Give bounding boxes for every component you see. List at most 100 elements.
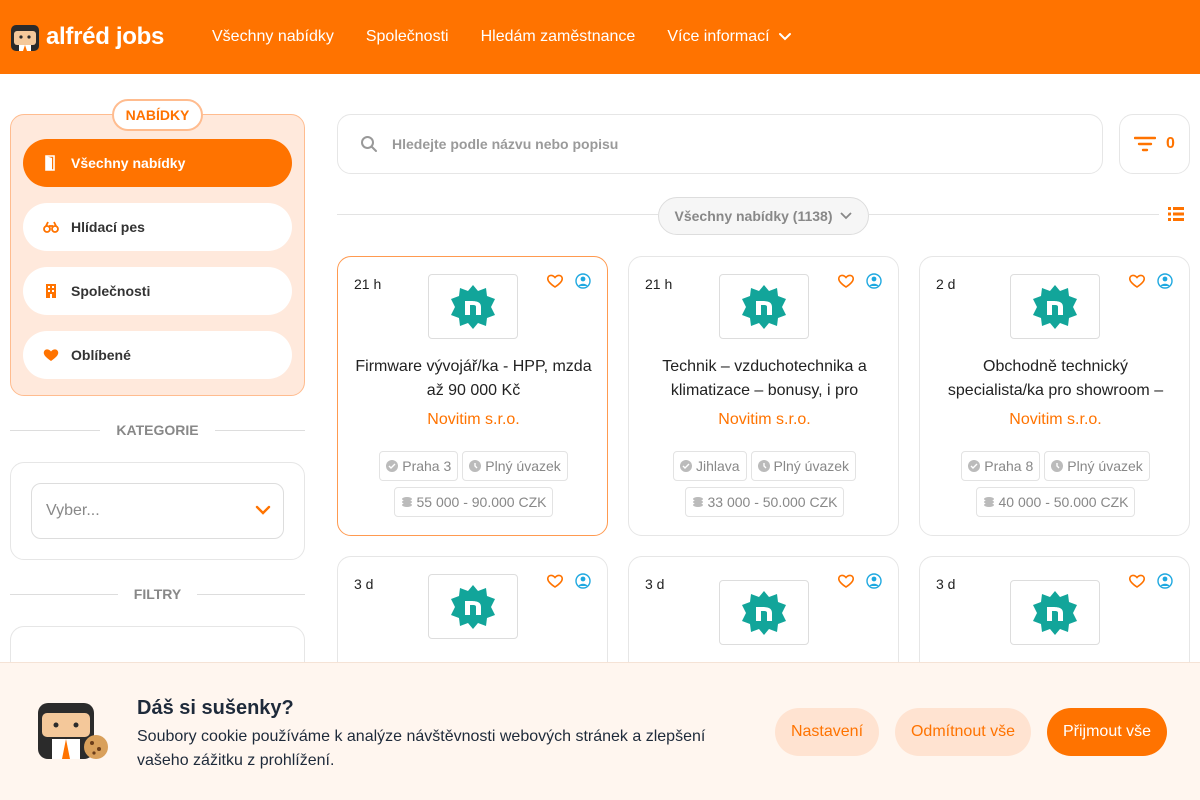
job-company[interactable]: Novitim s.r.o.	[338, 411, 609, 429]
person-icon[interactable]	[1157, 273, 1173, 289]
filter-button[interactable]: 0	[1119, 114, 1190, 174]
nav-more-info-label: Více informací	[667, 28, 770, 45]
search-bar	[337, 114, 1103, 174]
sidebar-item-label: Oblíbené	[71, 347, 131, 363]
person-icon[interactable]	[866, 273, 882, 289]
category-select[interactable]: Vyber...	[31, 483, 284, 539]
salary-tag: 55 000 - 90.000 CZK	[393, 487, 554, 517]
favorite-heart-icon[interactable]	[546, 273, 564, 289]
cookie-accept-button[interactable]: Přijmout vše	[1047, 708, 1167, 756]
filter-count: 0	[1166, 135, 1175, 152]
location-tag: Praha 8	[961, 451, 1041, 481]
search-input[interactable]	[392, 136, 1052, 152]
job-card[interactable]: 2 d Obchodně technický specialista/ka pr…	[919, 256, 1190, 536]
employment-type-tag: Plný úvazek	[1044, 451, 1150, 481]
company-logo	[1010, 274, 1100, 339]
check-circle-icon	[968, 460, 981, 472]
sidebar-item-favorites[interactable]: Oblíbené	[23, 331, 292, 379]
location-tag: Jihlava	[672, 451, 747, 481]
sidebar-item-watchdog[interactable]: Hlídací pes	[23, 203, 292, 251]
nav-hiring[interactable]: Hledám zaměstnance	[481, 28, 636, 46]
cookie-banner: Dáš si sušenky? Soubory cookie používáme…	[0, 662, 1200, 800]
list-view-icon[interactable]	[1167, 205, 1185, 223]
filters-heading: FILTRY	[10, 586, 305, 602]
cookie-settings-button[interactable]: Nastavení	[775, 708, 879, 756]
employment-type-label: Plný úvazek	[485, 458, 561, 474]
job-tags: Praha 8 Plný úvazek	[920, 451, 1191, 481]
brand-name: alfréd jobs	[46, 23, 165, 50]
novitim-logo-icon	[1033, 284, 1077, 329]
check-circle-icon	[679, 460, 692, 472]
categories-panel: Vyber...	[10, 462, 305, 560]
job-title: Obchodně technický specialista/ka pro sh…	[947, 358, 1164, 399]
nav-companies[interactable]: Společnosti	[366, 28, 449, 46]
favorite-heart-icon[interactable]	[837, 573, 855, 589]
offers-menu-header: NABÍDKY	[112, 99, 203, 131]
top-header: alfréd jobs Všechny nabídky Společnosti …	[0, 0, 1200, 74]
employment-type-tag: Plný úvazek	[462, 451, 568, 481]
categories-label: KATEGORIE	[116, 422, 199, 438]
person-icon[interactable]	[575, 273, 591, 289]
person-icon[interactable]	[575, 573, 591, 589]
salary-row: 40 000 - 50.000 CZK	[920, 487, 1191, 517]
nav-more-info[interactable]: Více informací	[667, 28, 791, 46]
check-circle-icon	[386, 460, 399, 472]
novitim-logo-icon	[451, 584, 495, 629]
clock-icon	[469, 460, 482, 472]
salary-row: 55 000 - 90.000 CZK	[338, 487, 609, 517]
listing-divider	[337, 214, 658, 215]
sidebar-item-label: Všechny nabídky	[71, 155, 186, 171]
nav-all-offers[interactable]: Všechny nabídky	[212, 28, 334, 46]
favorite-heart-icon[interactable]	[837, 273, 855, 289]
heart-icon	[43, 347, 59, 363]
job-age: 3 d	[354, 576, 374, 592]
job-age: 3 d	[645, 576, 665, 592]
search-icon	[361, 136, 377, 152]
novitim-logo-icon	[742, 590, 786, 635]
job-card[interactable]: 21 h Firmware vývojář/ka - HPP, mzda až …	[337, 256, 608, 536]
main-nav: Všechny nabídky Společnosti Hledám zaměs…	[212, 0, 792, 74]
cookie-title: Dáš si sušenky?	[137, 697, 294, 719]
job-title: Firmware vývojář/ka - HPP, mzda až 90 00…	[355, 358, 592, 399]
sidebar-item-label: Hlídací pes	[71, 219, 145, 235]
favorite-heart-icon[interactable]	[1128, 573, 1146, 589]
sidebar-item-companies[interactable]: Společnosti	[23, 267, 292, 315]
salary-row: 33 000 - 50.000 CZK	[629, 487, 900, 517]
coins-icon	[401, 497, 412, 507]
offers-filter-dropdown[interactable]: Všechny nabídky (1138)	[658, 197, 869, 235]
coins-icon	[692, 497, 703, 507]
location-label: Praha 3	[402, 458, 452, 474]
job-age: 21 h	[645, 276, 673, 292]
listing-divider	[869, 214, 1159, 215]
alfred-mascot-icon	[11, 25, 39, 51]
offers-filter-label: Všechny nabídky (1138)	[674, 208, 833, 224]
novitim-logo-icon	[1033, 590, 1077, 635]
chevron-down-icon	[255, 505, 271, 515]
location-tag: Praha 3	[379, 451, 459, 481]
job-tags: Jihlava Plný úvazek	[629, 451, 900, 481]
filters-label: FILTRY	[133, 586, 182, 602]
coins-icon	[983, 497, 994, 507]
salary-tag: 33 000 - 50.000 CZK	[684, 487, 845, 517]
favorite-heart-icon[interactable]	[546, 573, 564, 589]
person-icon[interactable]	[866, 573, 882, 589]
job-card[interactable]: 21 h Technik – vzduchotechnika a klimati…	[628, 256, 899, 536]
chevron-down-icon	[778, 33, 791, 41]
employment-type-tag: Plný úvazek	[750, 451, 857, 481]
brand-logo[interactable]: alfréd jobs	[10, 22, 164, 52]
job-age: 2 d	[936, 276, 956, 292]
chevron-down-icon	[840, 212, 853, 220]
location-label: Praha 8	[984, 458, 1034, 474]
cookie-reject-button[interactable]: Odmítnout vše	[895, 708, 1031, 756]
favorite-heart-icon[interactable]	[1128, 273, 1146, 289]
job-company[interactable]: Novitim s.r.o.	[920, 411, 1191, 429]
sidebar-item-all-offers[interactable]: Všechny nabídky	[23, 139, 292, 187]
binoculars-icon	[43, 219, 59, 235]
novitim-logo-icon	[451, 284, 495, 329]
person-icon[interactable]	[1157, 573, 1173, 589]
salary-tag: 40 000 - 50.000 CZK	[975, 487, 1136, 517]
company-logo	[428, 274, 518, 339]
job-company[interactable]: Novitim s.r.o.	[629, 411, 900, 429]
job-age: 21 h	[354, 276, 382, 292]
door-icon	[43, 155, 59, 171]
